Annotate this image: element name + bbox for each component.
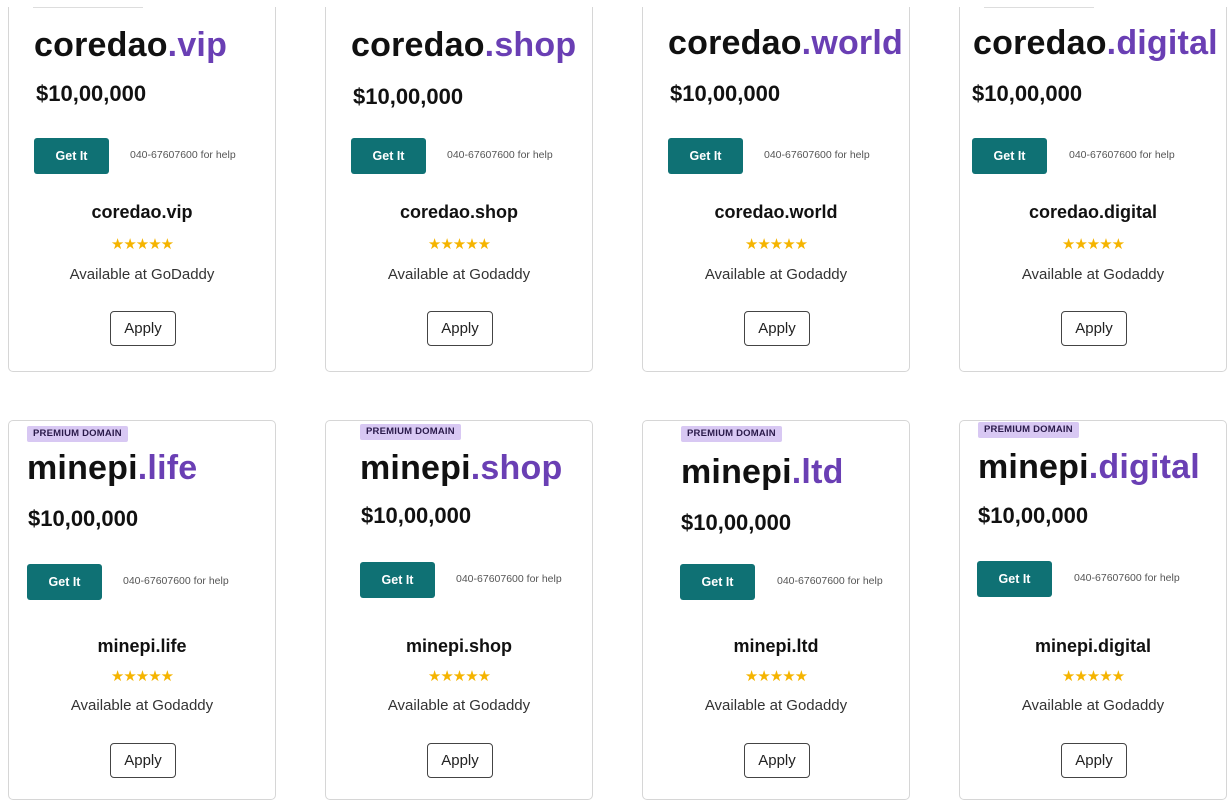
premium-domain-badge: PREMIUM DOMAIN xyxy=(360,424,461,440)
domain-sld: coredao xyxy=(34,26,168,64)
domain-tld: .world xyxy=(801,24,903,62)
apply-button[interactable]: Apply xyxy=(744,743,810,778)
domain-tld: .life xyxy=(137,449,198,487)
availability-text: Available at Godaddy xyxy=(1021,697,1165,714)
get-it-button[interactable]: Get It xyxy=(351,138,426,174)
get-it-button[interactable]: Get It xyxy=(668,138,743,174)
domain-card: coredao.vip $10,00,000 Get It 040-676076… xyxy=(8,7,276,372)
domain-sld: coredao xyxy=(668,24,802,62)
help-phone-text: 040-67607600 for help xyxy=(123,575,229,587)
domain-heading: coredao.digital xyxy=(973,24,1218,63)
availability-text: Available at Godaddy xyxy=(704,266,848,283)
apply-button[interactable]: Apply xyxy=(427,311,493,346)
domain-tld: .shop xyxy=(484,26,577,64)
help-phone-text: 040-67607600 for help xyxy=(456,573,562,585)
domain-name: minepi.shop xyxy=(405,636,512,656)
premium-domain-badge: PREMIUM DOMAIN xyxy=(27,426,128,442)
help-phone-text: 040-67607600 for help xyxy=(764,149,870,161)
domain-card: PREMIUM DOMAIN minepi.life $10,00,000 Ge… xyxy=(8,420,276,800)
apply-button[interactable]: Apply xyxy=(427,743,493,778)
help-phone-text: 040-67607600 for help xyxy=(130,149,236,161)
domain-tld: .shop xyxy=(470,449,563,487)
domain-heading: minepi.ltd xyxy=(681,453,844,492)
get-it-button[interactable]: Get It xyxy=(972,138,1047,174)
availability-text: Available at Godaddy xyxy=(387,697,531,714)
help-phone-text: 040-67607600 for help xyxy=(1069,149,1175,161)
domain-heading: minepi.shop xyxy=(360,449,562,488)
apply-button[interactable]: Apply xyxy=(744,311,810,346)
domain-tld: .vip xyxy=(167,26,228,64)
availability-text: Available at Godaddy xyxy=(387,266,531,283)
domain-card: coredao.world $10,00,000 Get It 040-6760… xyxy=(642,7,910,372)
get-it-button[interactable]: Get It xyxy=(360,562,435,598)
rating-stars: ★★★★★ xyxy=(110,236,174,253)
availability-text: Available at GoDaddy xyxy=(69,266,215,283)
rating-stars: ★★★★★ xyxy=(1061,236,1125,253)
help-phone-text: 040-67607600 for help xyxy=(447,149,553,161)
domain-price: $10,00,000 xyxy=(28,506,139,531)
rating-stars: ★★★★★ xyxy=(110,668,174,685)
domain-sld: coredao xyxy=(973,24,1107,62)
domain-card: coredao.shop $10,00,000 Get It 040-67607… xyxy=(325,7,593,372)
domain-sld: minepi xyxy=(27,449,138,487)
rating-stars: ★★★★★ xyxy=(744,236,808,253)
premium-domain-badge: PREMIUM DOMAIN xyxy=(978,422,1079,438)
availability-text: Available at Godaddy xyxy=(1021,266,1165,283)
domain-name: coredao.world xyxy=(714,202,838,222)
domain-card: PREMIUM DOMAIN minepi.ltd $10,00,000 Get… xyxy=(642,420,910,800)
domain-heading: coredao.shop xyxy=(351,26,576,65)
availability-text: Available at Godaddy xyxy=(704,697,848,714)
domain-price: $10,00,000 xyxy=(972,81,1083,106)
domain-name: minepi.ltd xyxy=(733,636,819,656)
rating-stars: ★★★★★ xyxy=(427,668,491,685)
domain-price: $10,00,000 xyxy=(36,81,147,106)
help-phone-text: 040-67607600 for help xyxy=(777,575,883,587)
domain-tld: .digital xyxy=(1106,24,1218,62)
get-it-button[interactable]: Get It xyxy=(977,561,1052,597)
apply-button[interactable]: Apply xyxy=(110,311,176,346)
apply-button[interactable]: Apply xyxy=(110,743,176,778)
domain-name: minepi.life xyxy=(97,636,187,656)
domain-price: $10,00,000 xyxy=(670,81,781,106)
domain-heading: coredao.world xyxy=(668,24,903,63)
domain-heading: coredao.vip xyxy=(34,26,227,65)
apply-button[interactable]: Apply xyxy=(1061,743,1127,778)
domain-card: PREMIUM DOMAIN minepi.digital $10,00,000… xyxy=(959,420,1227,800)
domain-name: coredao.shop xyxy=(399,202,519,222)
domain-sld: minepi xyxy=(681,453,792,491)
rating-stars: ★★★★★ xyxy=(427,236,491,253)
get-it-button[interactable]: Get It xyxy=(680,564,755,600)
get-it-button[interactable]: Get It xyxy=(27,564,102,600)
domain-tld: .ltd xyxy=(791,453,844,491)
domain-price: $10,00,000 xyxy=(353,84,464,109)
domain-sld: coredao xyxy=(351,26,485,64)
get-it-button[interactable]: Get It xyxy=(34,138,109,174)
premium-domain-badge: PREMIUM DOMAIN xyxy=(681,426,782,442)
availability-text: Available at Godaddy xyxy=(70,697,214,714)
domain-heading: minepi.digital xyxy=(978,448,1200,487)
domain-sld: minepi xyxy=(360,449,471,487)
domain-name: coredao.digital xyxy=(1028,202,1158,222)
domain-price: $10,00,000 xyxy=(978,503,1089,528)
domain-card: coredao.digital $10,00,000 Get It 040-67… xyxy=(959,7,1227,372)
card-top-divider xyxy=(984,7,1094,8)
domain-name: minepi.digital xyxy=(1034,636,1151,656)
domain-card: PREMIUM DOMAIN minepi.shop $10,00,000 Ge… xyxy=(325,420,593,800)
domain-name: coredao.vip xyxy=(91,202,193,222)
rating-stars: ★★★★★ xyxy=(744,668,808,685)
apply-button[interactable]: Apply xyxy=(1061,311,1127,346)
domain-price: $10,00,000 xyxy=(361,503,472,528)
domain-price: $10,00,000 xyxy=(681,510,792,535)
domain-heading: minepi.life xyxy=(27,449,197,488)
domain-tld: .digital xyxy=(1088,448,1200,486)
domain-sld: minepi xyxy=(978,448,1089,486)
rating-stars: ★★★★★ xyxy=(1061,668,1125,685)
help-phone-text: 040-67607600 for help xyxy=(1074,572,1180,584)
card-top-divider xyxy=(33,7,143,8)
